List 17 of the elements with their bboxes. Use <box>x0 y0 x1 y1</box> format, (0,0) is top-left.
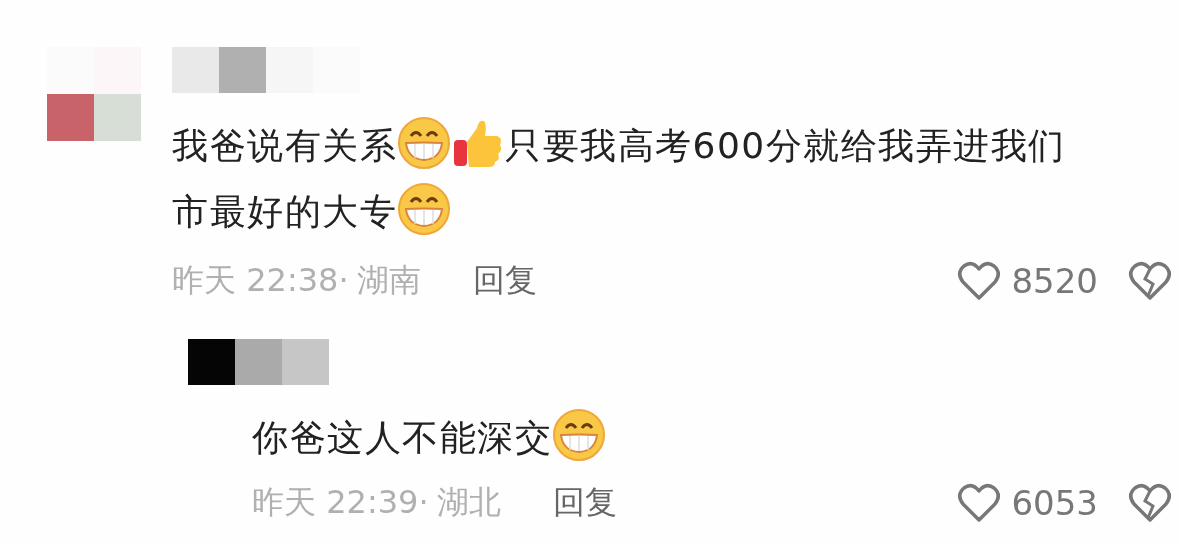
dislike-button[interactable] <box>1128 260 1172 302</box>
reply-button[interactable]: 回复 <box>472 259 537 303</box>
comment-text: 我爸说有关系 只要我高考600分就给我弄进我们市最好的大专 <box>172 113 1077 245</box>
grinning-face-icon <box>397 116 451 170</box>
like-button[interactable]: 6053 <box>957 482 1098 524</box>
grinning-face-icon <box>552 408 606 462</box>
reply-button[interactable]: 回复 <box>552 481 617 525</box>
comment-location: 湖北 <box>436 482 501 523</box>
comment-text: 你爸这人不能深交 <box>252 405 1112 471</box>
comment-time: 昨天 22:39· <box>252 482 429 523</box>
grinning-face-icon <box>397 182 451 236</box>
comment-location: 湖南 <box>356 260 421 301</box>
like-button[interactable]: 8520 <box>957 260 1098 302</box>
comment-time: 昨天 22:38· <box>172 260 349 301</box>
dislike-button[interactable] <box>1128 482 1172 524</box>
like-count: 8520 <box>1011 261 1098 301</box>
like-count: 6053 <box>1011 483 1098 523</box>
